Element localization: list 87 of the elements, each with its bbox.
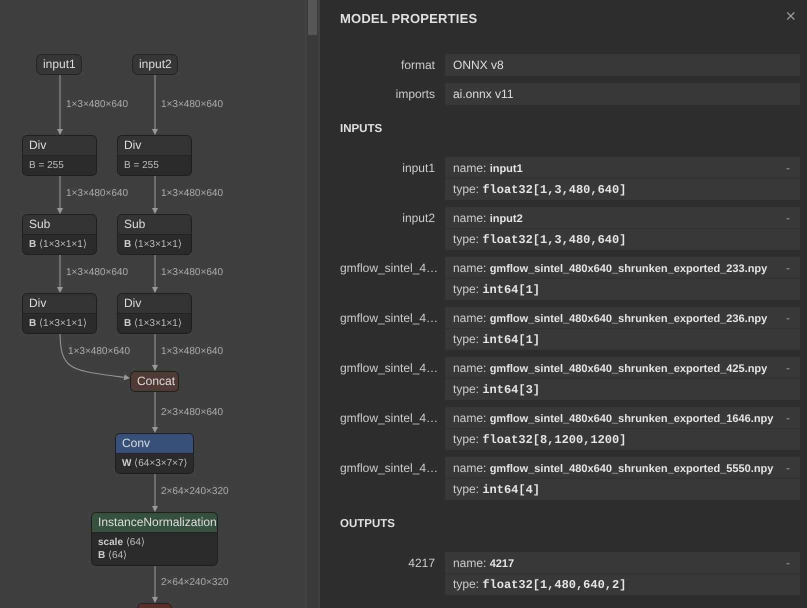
tensor-name: name: input2 bbox=[453, 210, 524, 224]
property-label: imports bbox=[394, 86, 435, 103]
tensor-name: name: gmflow_sintel_480x640_shrunken_exported_236.npy bbox=[453, 310, 768, 324]
node-title: Conv bbox=[122, 436, 150, 450]
tensor-type: type: int64[1] bbox=[453, 332, 541, 347]
input-label: input2 bbox=[401, 210, 435, 227]
edge-label: 1×3×480×640 bbox=[161, 99, 224, 111]
node-title: input1 bbox=[43, 57, 76, 71]
input-label: 4217 bbox=[407, 555, 435, 572]
expand-button[interactable]: - bbox=[784, 460, 792, 474]
node-attribute: B ⟨64⟩ bbox=[98, 549, 128, 562]
node-title: Concat bbox=[137, 374, 176, 388]
graph-node[interactable]: Conv W ⟨64×3×7×7⟩ bbox=[115, 433, 194, 474]
node-attribute: W ⟨64×3×7×7⟩ bbox=[122, 457, 187, 470]
node-title: Div bbox=[29, 296, 46, 310]
graph-node[interactable]: Div B ⟨1×3×1×1⟩ bbox=[22, 293, 97, 334]
node-title: Div bbox=[124, 138, 142, 152]
edge-label: 1×3×480×640 bbox=[161, 267, 224, 279]
tensor-type: type: float32[8,1200,1200] bbox=[453, 432, 628, 447]
graph-node[interactable]: input2 bbox=[132, 54, 178, 75]
node-title: Sub bbox=[29, 217, 50, 231]
expand-button[interactable]: - bbox=[784, 210, 792, 224]
property-value: ai.onnx v11 bbox=[445, 83, 800, 105]
input-label: gmflow_sintel_4… bbox=[340, 310, 435, 327]
expand-button[interactable]: - bbox=[784, 310, 792, 324]
edge-label: 1×3×480×640 bbox=[66, 99, 128, 111]
tensor-type: type: float32[1,480,640,2] bbox=[453, 577, 628, 592]
graph-node[interactable]: Div B = 255 bbox=[117, 135, 192, 176]
input-label: input1 bbox=[401, 160, 435, 177]
expand-button[interactable]: - bbox=[784, 556, 792, 570]
section-heading: OUTPUTS bbox=[340, 518, 396, 530]
tensor-type: type: float32[1,3,480,640] bbox=[453, 232, 628, 247]
node-attribute: B ⟨1×3×1×1⟩ bbox=[29, 317, 88, 330]
node-title: Sub bbox=[124, 217, 146, 231]
edge-arrow bbox=[57, 74, 63, 135]
expand-button[interactable]: - bbox=[784, 260, 792, 274]
input-label: gmflow_sintel_4… bbox=[340, 360, 435, 377]
graph-node[interactable]: Sub B ⟨1×3×1×1⟩ bbox=[22, 214, 97, 255]
section-heading: INPUTS bbox=[340, 123, 384, 135]
input-label: gmflow_sintel_4… bbox=[340, 460, 435, 477]
input-label: gmflow_sintel_4… bbox=[340, 410, 435, 427]
edge-label: 2×64×240×320 bbox=[161, 577, 229, 589]
tensor-name: name: gmflow_sintel_480x640_shrunken_exported_425.npy bbox=[453, 360, 768, 374]
graph-node[interactable]: Div B ⟨1×3×1×1⟩ bbox=[117, 293, 192, 334]
node-title: InstanceNormalization bbox=[98, 515, 217, 529]
edge-label: 1×3×480×640 bbox=[66, 267, 128, 279]
tensor-type: type: float32[1,3,480,640] bbox=[453, 182, 628, 197]
property-label: format bbox=[400, 57, 435, 74]
node-attribute: B ⟨1×3×1×1⟩ bbox=[124, 317, 183, 330]
node-title: Div bbox=[124, 296, 142, 310]
tensor-type: type: int64[1] bbox=[453, 282, 541, 297]
edge-label: 1×3×480×640 bbox=[161, 346, 224, 358]
tensor-name: name: input1 bbox=[453, 160, 524, 174]
expand-button[interactable]: - bbox=[784, 360, 792, 374]
node-attribute: scale ⟨64⟩ bbox=[98, 536, 146, 549]
panel-title: MODEL PROPERTIES bbox=[340, 10, 478, 26]
node-attribute: B ⟨1×3×1×1⟩ bbox=[124, 238, 183, 251]
edge-label: 1×3×480×640 bbox=[68, 346, 130, 358]
tensor-type: type: int64[3] bbox=[453, 382, 541, 397]
edge-label: 1×3×480×640 bbox=[161, 188, 224, 200]
tensor-name: name: gmflow_sintel_480x640_shrunken_exported_5550.npy bbox=[453, 460, 774, 474]
close-button[interactable]: × bbox=[781, 6, 800, 26]
tensor-name: name: gmflow_sintel_480x640_shrunken_exported_233.npy bbox=[453, 260, 768, 274]
scrollbar-thumb[interactable] bbox=[308, 0, 317, 35]
edge-label: 2×3×480×640 bbox=[161, 407, 224, 419]
tensor-name: name: 4217 bbox=[453, 556, 516, 570]
input-label: gmflow_sintel_4… bbox=[340, 260, 435, 277]
graph-node[interactable]: InstanceNormalization scale ⟨64⟩ B ⟨64⟩ bbox=[91, 512, 218, 566]
graph-node[interactable]: Concat bbox=[130, 371, 179, 392]
expand-button[interactable]: - bbox=[784, 160, 792, 174]
edge-label: 1×3×480×640 bbox=[66, 188, 128, 200]
expand-button[interactable]: - bbox=[784, 410, 792, 424]
edge-arrow bbox=[152, 74, 158, 135]
property-value: ONNX v8 bbox=[445, 54, 800, 76]
node-attribute: B = 255 bbox=[124, 159, 160, 172]
edge-label: 2×64×240×320 bbox=[161, 486, 229, 498]
graph-node[interactable]: Sub B ⟨1×3×1×1⟩ bbox=[117, 214, 192, 255]
node-attribute: B ⟨1×3×1×1⟩ bbox=[29, 238, 88, 251]
tensor-name: name: gmflow_sintel_480x640_shrunken_exported_1646.npy bbox=[453, 410, 774, 424]
tensor-type: type: int64[4] bbox=[453, 482, 541, 497]
edge-arrow bbox=[152, 392, 158, 433]
node-title: Div bbox=[29, 138, 46, 152]
node-title: input2 bbox=[139, 57, 172, 71]
graph-node[interactable]: Div B = 255 bbox=[22, 135, 97, 176]
scrollbar[interactable] bbox=[307, 0, 318, 608]
node-attribute: B = 255 bbox=[29, 159, 65, 172]
graph-node[interactable]: input1 bbox=[36, 54, 82, 75]
